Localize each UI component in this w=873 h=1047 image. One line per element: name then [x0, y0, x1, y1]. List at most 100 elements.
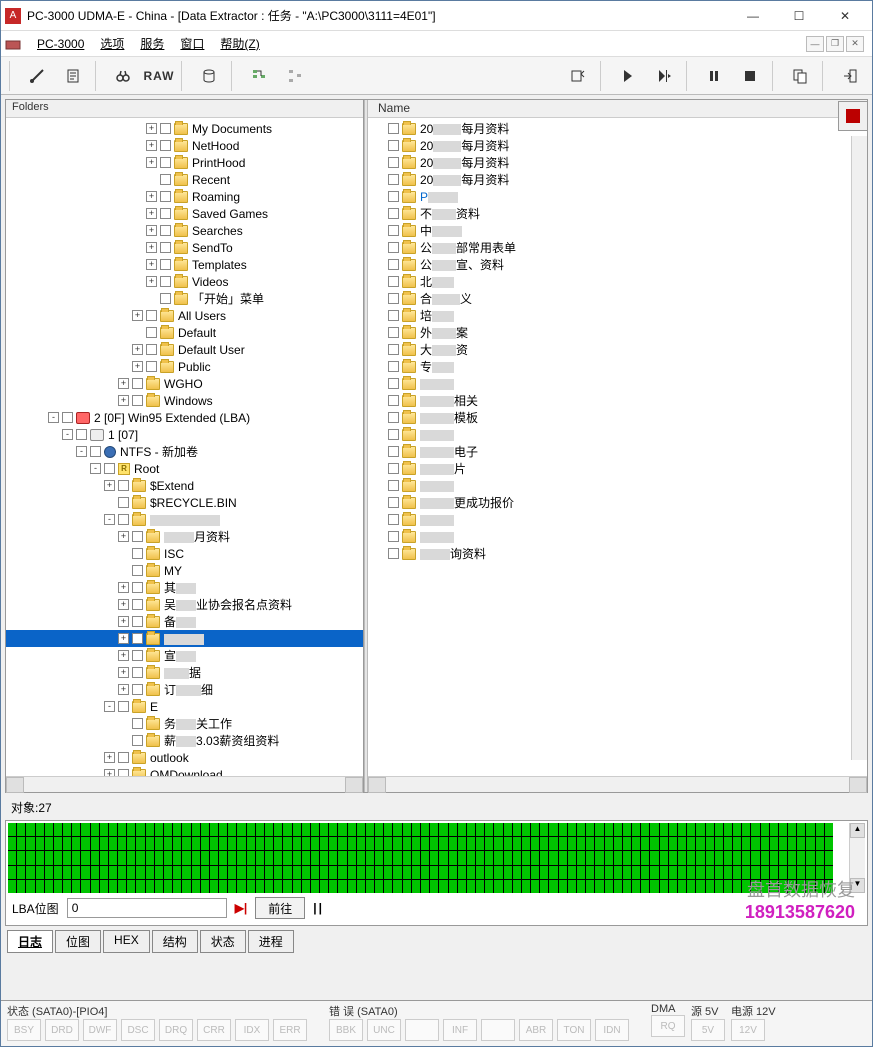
list-scroll-h[interactable]	[368, 776, 867, 792]
checkbox[interactable]	[160, 140, 171, 151]
tree-row[interactable]: +宣	[6, 647, 363, 664]
expand-icon[interactable]: +	[146, 242, 157, 253]
list-item[interactable]: 合义	[368, 290, 867, 307]
list-item[interactable]: 片	[368, 460, 867, 477]
checkbox[interactable]	[388, 531, 399, 542]
tree-row[interactable]: +All Users	[6, 307, 363, 324]
expand-icon[interactable]	[132, 327, 143, 338]
checkbox[interactable]	[160, 191, 171, 202]
tree-row[interactable]: +Searches	[6, 222, 363, 239]
expand-icon[interactable]: +	[118, 633, 129, 644]
checkbox[interactable]	[132, 735, 143, 746]
tree-row[interactable]: Default	[6, 324, 363, 341]
tree-row[interactable]: +Saved Games	[6, 205, 363, 222]
checkbox[interactable]	[388, 208, 399, 219]
expand-icon[interactable]: +	[118, 599, 129, 610]
checkbox[interactable]	[118, 497, 129, 508]
checkbox[interactable]	[388, 157, 399, 168]
expand-icon[interactable]	[118, 548, 129, 559]
checkbox[interactable]	[388, 446, 399, 457]
tree-row[interactable]: 「开始」菜单	[6, 290, 363, 307]
tree-row[interactable]: +NetHood	[6, 137, 363, 154]
menu-window[interactable]: 窗口	[172, 32, 212, 55]
tree-row[interactable]: ISC	[6, 545, 363, 562]
checkbox[interactable]	[388, 548, 399, 559]
list-item[interactable]: 不资料	[368, 205, 867, 222]
checkbox[interactable]	[388, 361, 399, 372]
goto-button[interactable]: 前往	[255, 897, 305, 919]
tree-row[interactable]: +订细	[6, 681, 363, 698]
checkbox[interactable]	[146, 310, 157, 321]
tree-row[interactable]: +Videos	[6, 273, 363, 290]
checkbox[interactable]	[388, 310, 399, 321]
checkbox[interactable]	[160, 276, 171, 287]
expand-icon[interactable]: +	[118, 395, 129, 406]
checkbox[interactable]	[146, 327, 157, 338]
expand-icon[interactable]	[146, 174, 157, 185]
checkbox[interactable]	[160, 123, 171, 134]
list-item[interactable]: 大资	[368, 341, 867, 358]
tree-row[interactable]: +QMDownload	[6, 766, 363, 776]
checkbox[interactable]	[160, 174, 171, 185]
checkbox[interactable]	[132, 718, 143, 729]
checkbox[interactable]	[388, 395, 399, 406]
tree-row[interactable]: +吴业协会报名点资料	[6, 596, 363, 613]
checkbox[interactable]	[132, 667, 143, 678]
list-item[interactable]: 询资料	[368, 545, 867, 562]
expand-icon[interactable]: -	[104, 514, 115, 525]
tree-row[interactable]: 务关工作	[6, 715, 363, 732]
checkbox[interactable]	[132, 548, 143, 559]
menu-service[interactable]: 服务	[132, 32, 172, 55]
file-list[interactable]: 20每月资料20每月资料20每月资料20每月资料P不资料中公部常用表单公宣、资料…	[368, 118, 867, 776]
expand-icon[interactable]: -	[90, 463, 101, 474]
checkbox[interactable]	[160, 157, 171, 168]
expand-icon[interactable]: -	[48, 412, 59, 423]
list-item[interactable]: P	[368, 188, 867, 205]
expand-icon[interactable]: +	[104, 769, 115, 776]
checkbox[interactable]	[388, 412, 399, 423]
lba-bitmap[interactable]	[8, 823, 833, 893]
list-item[interactable]: 北	[368, 273, 867, 290]
tree-row[interactable]: +$Extend	[6, 477, 363, 494]
tree-row[interactable]: -RRoot	[6, 460, 363, 477]
tree-row[interactable]: +Default User	[6, 341, 363, 358]
list-item[interactable]	[368, 477, 867, 494]
expand-icon[interactable]: +	[132, 310, 143, 321]
list-item[interactable]: 更成功报价	[368, 494, 867, 511]
raw-button[interactable]: RAW	[143, 61, 175, 91]
expand-icon[interactable]: +	[146, 225, 157, 236]
list-item[interactable]	[368, 528, 867, 545]
checkbox[interactable]	[160, 208, 171, 219]
expand-icon[interactable]: -	[76, 446, 87, 457]
expand-icon[interactable]: +	[118, 582, 129, 593]
checkbox[interactable]	[146, 361, 157, 372]
expand-icon[interactable]	[118, 735, 129, 746]
checkbox[interactable]	[388, 497, 399, 508]
expand-icon[interactable]	[118, 565, 129, 576]
tree-row[interactable]: +PrintHood	[6, 154, 363, 171]
col-name[interactable]: Name	[374, 101, 861, 116]
checkbox[interactable]	[388, 225, 399, 236]
list-item[interactable]: 公宣、资料	[368, 256, 867, 273]
tree-row[interactable]: +Public	[6, 358, 363, 375]
script-icon[interactable]	[57, 61, 89, 91]
files-header[interactable]: Name	[368, 100, 867, 118]
checkbox[interactable]	[388, 327, 399, 338]
list-item[interactable]	[368, 426, 867, 443]
menu-help[interactable]: 帮助(Z)	[212, 32, 267, 55]
expand-icon[interactable]: +	[104, 752, 115, 763]
expand-icon[interactable]: +	[104, 480, 115, 491]
checkbox[interactable]	[388, 123, 399, 134]
bitmap-scroll-up[interactable]: ▲	[850, 823, 865, 838]
tree-row[interactable]: +My Documents	[6, 120, 363, 137]
tree-row[interactable]: Recent	[6, 171, 363, 188]
checkbox[interactable]	[388, 242, 399, 253]
checkbox[interactable]	[388, 191, 399, 202]
expand-icon[interactable]: +	[118, 378, 129, 389]
list-item[interactable]: 相关	[368, 392, 867, 409]
checkbox[interactable]	[388, 276, 399, 287]
step-icon[interactable]	[648, 61, 680, 91]
tree-scroll-h[interactable]	[6, 776, 363, 792]
tab-HEX[interactable]: HEX	[103, 930, 150, 953]
expand-icon[interactable]: +	[146, 259, 157, 270]
